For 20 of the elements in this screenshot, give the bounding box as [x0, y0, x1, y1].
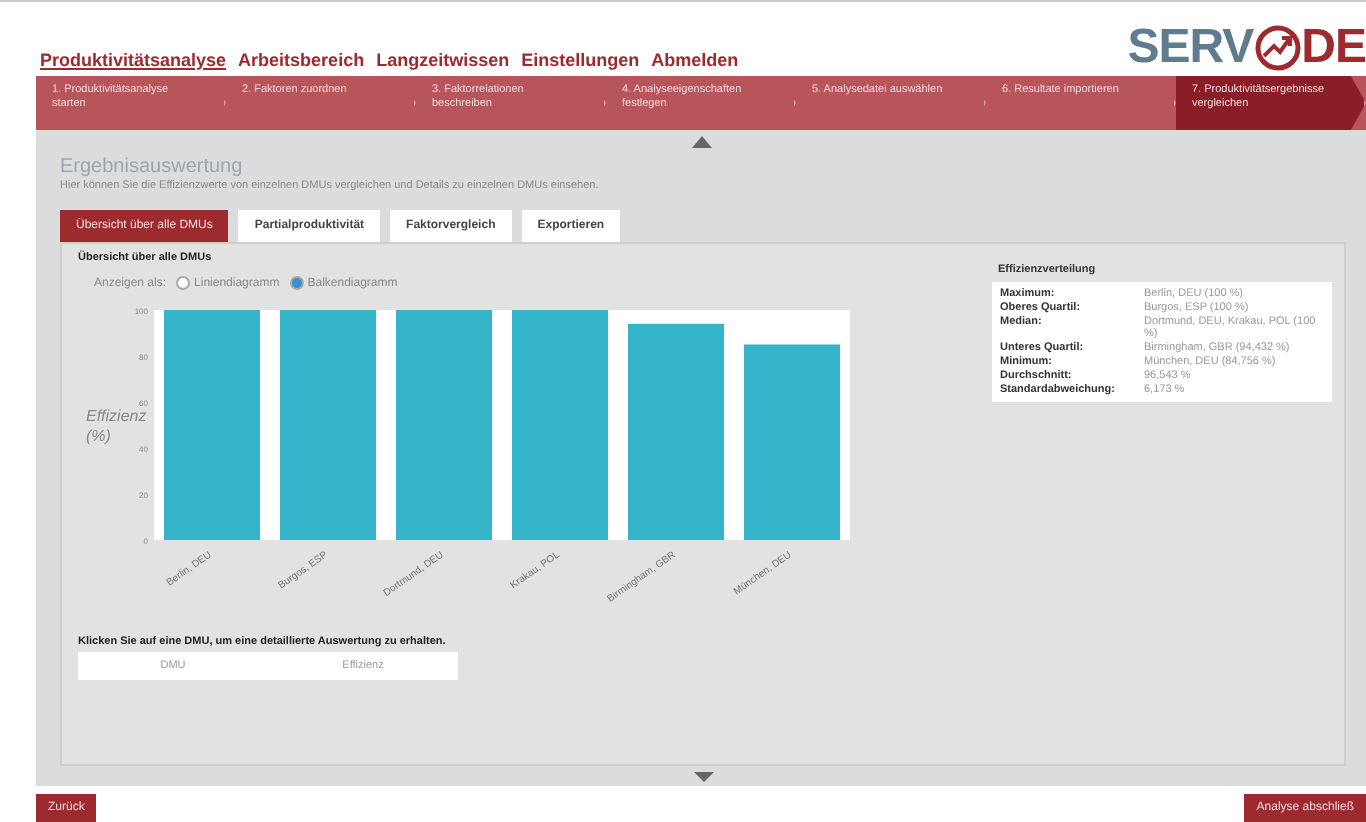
- bar[interactable]: [512, 310, 608, 540]
- nav-link[interactable]: Arbeitsbereich: [238, 50, 365, 70]
- collapse-arrow-icon[interactable]: [691, 136, 711, 148]
- logo-text: DE: [1301, 20, 1366, 76]
- bar[interactable]: [744, 344, 840, 540]
- bar[interactable]: [164, 310, 260, 540]
- expand-arrow-icon[interactable]: [693, 772, 713, 782]
- y-axis-label: Effizienz (%): [86, 407, 147, 445]
- radio-dot-icon[interactable]: [289, 276, 304, 290]
- page-title: Ergebnisauswertung: [60, 156, 245, 178]
- logo-text: SERV: [1127, 20, 1254, 76]
- radio-dot-icon[interactable]: [176, 276, 191, 290]
- bar[interactable]: [280, 310, 376, 540]
- bar[interactable]: [628, 323, 724, 540]
- nav-link[interactable]: Produktivitätsanalyse: [40, 50, 227, 70]
- bar[interactable]: [396, 310, 492, 540]
- nav-link[interactable]: Einstellungen: [521, 50, 640, 70]
- nav-link[interactable]: Abmelden: [651, 50, 739, 70]
- logo-icon: [1253, 24, 1302, 72]
- nav-link[interactable]: Langzeitwissen: [376, 50, 510, 70]
